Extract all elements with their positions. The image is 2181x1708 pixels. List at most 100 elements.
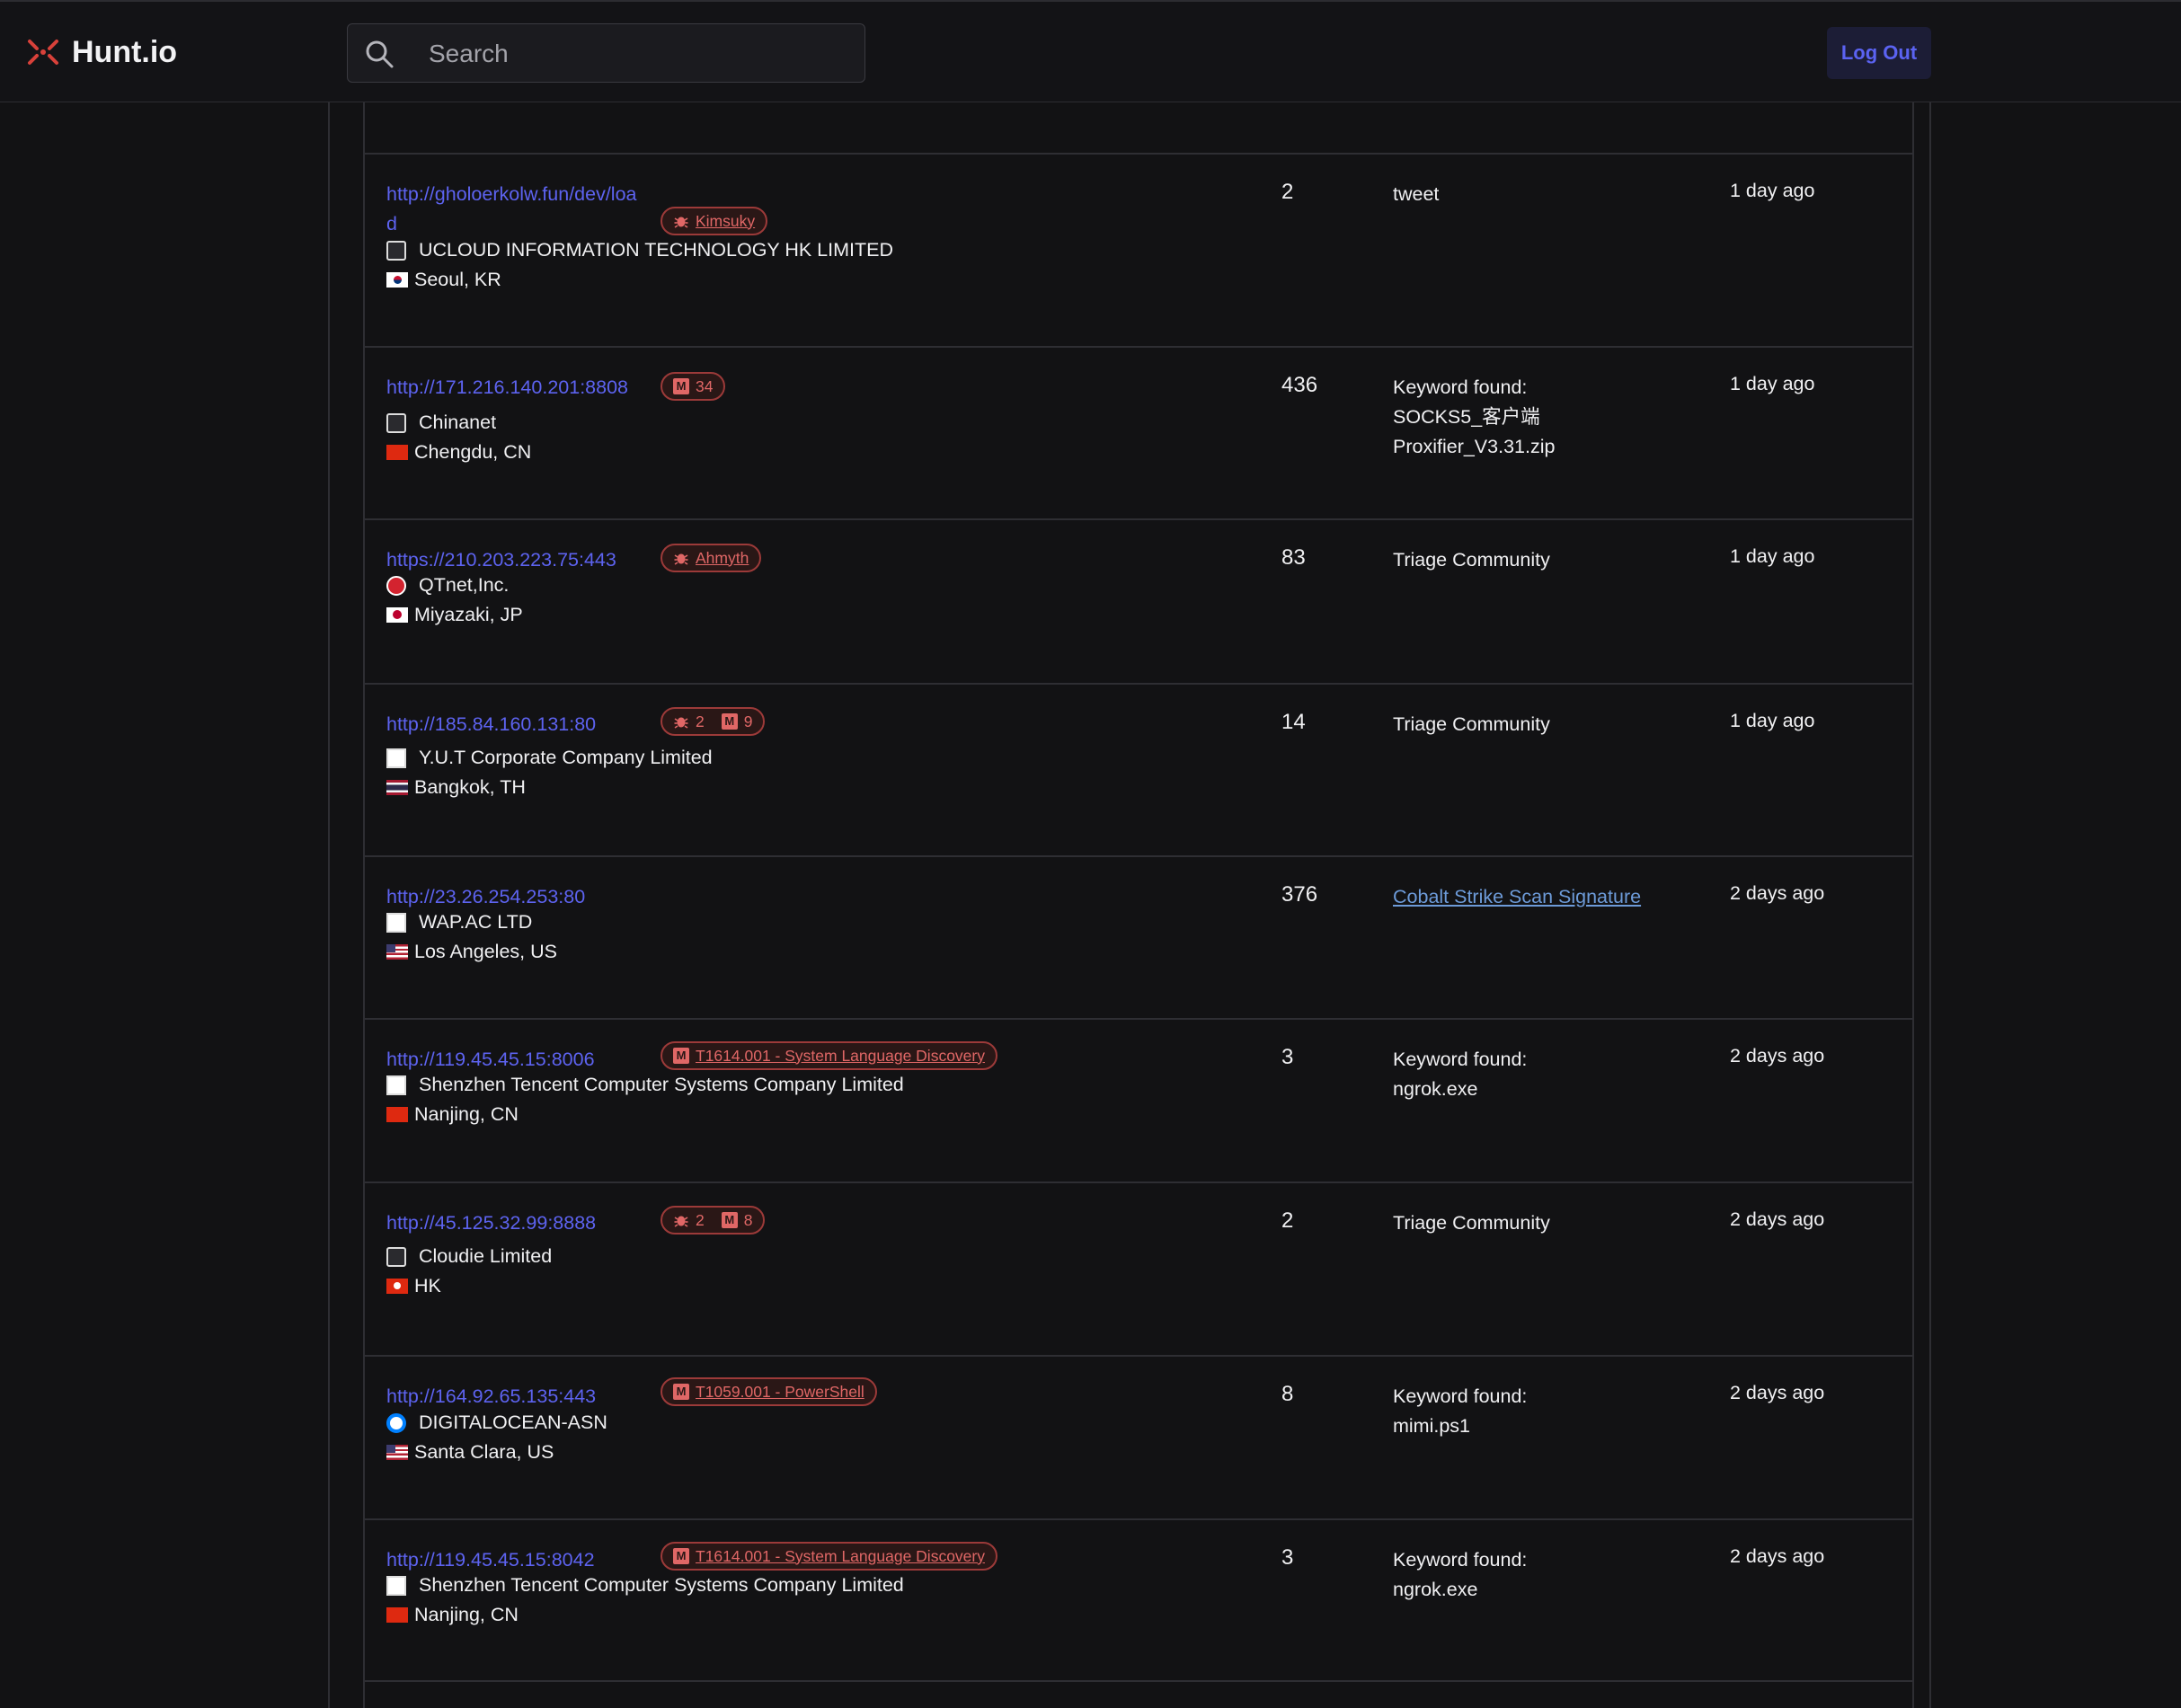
location-info: Seoul, KR <box>386 269 501 291</box>
org-info: Shenzhen Tencent Computer Systems Compan… <box>386 1074 904 1096</box>
building-icon <box>386 412 406 433</box>
count-cell: 436 <box>1281 373 1318 397</box>
org-info: UCLOUD INFORMATION TECHNOLOGY HK LIMITED <box>386 239 893 261</box>
source-cell: Triage Community <box>1393 713 1550 735</box>
host-link[interactable]: http://23.26.254.253:80 <box>386 882 585 912</box>
building-icon <box>386 240 406 261</box>
time-cell: 2 days ago <box>1730 1208 1825 1230</box>
search-input[interactable] <box>427 24 853 84</box>
host-link[interactable]: http://185.84.160.131:80 <box>386 710 596 739</box>
count-cell: 14 <box>1281 710 1306 734</box>
mitre-m-icon: M <box>673 1548 689 1564</box>
host-link[interactable]: http://119.45.45.15:8042 <box>386 1545 595 1575</box>
source-cell: Keyword found: ngrok.exe <box>1393 1549 1528 1600</box>
mitre-m-icon: M <box>673 1048 689 1064</box>
source-cell: Keyword found: SOCKS5_客户端 Proxifier_V3.31.… <box>1393 376 1556 457</box>
company-logo-icon <box>386 1575 406 1596</box>
malware-badge[interactable]: Kimsuky <box>661 207 768 235</box>
org-info: QTnet,Inc. <box>386 574 509 597</box>
source-cell: Cobalt Strike Scan Signature <box>1393 882 1689 912</box>
mitre-m-icon: M <box>673 378 689 394</box>
org-info: Y.U.T Corporate Company Limited <box>386 747 713 769</box>
flag-kr-icon <box>386 272 408 288</box>
technique-count-badge[interactable]: M 34 <box>661 372 726 401</box>
table-row: http://23.26.254.253:80 WAP.AC LTD Los A… <box>365 855 1912 1018</box>
host-link[interactable]: https://210.203.223.75:443 <box>386 545 616 575</box>
table-row: http://119.45.45.15:8006 M T1614.001 - S… <box>365 1018 1912 1181</box>
time-cell: 2 days ago <box>1730 1045 1825 1066</box>
table-row: http://119.45.45.15:8042 M T1614.001 - S… <box>365 1518 1912 1682</box>
location-info: HK <box>386 1275 441 1297</box>
time-cell: 1 day ago <box>1730 373 1815 394</box>
app-name: Hunt.io <box>72 34 178 69</box>
technique-badge[interactable]: M T1059.001 - PowerShell <box>661 1377 877 1406</box>
top-bar: Hunt.io Log Out <box>0 0 2181 102</box>
source-cell: Triage Community <box>1393 1212 1550 1234</box>
host-link[interactable]: http://171.216.140.201:8808 <box>386 373 628 403</box>
location-info: Nanjing, CN <box>386 1103 519 1126</box>
count-cell: 3 <box>1281 1045 1294 1069</box>
logo[interactable]: Hunt.io <box>25 34 177 70</box>
bug-icon <box>674 217 688 228</box>
search-bar[interactable] <box>347 23 865 84</box>
flag-cn-icon <box>386 1607 408 1623</box>
source-cell: Keyword found: ngrok.exe <box>1393 1049 1528 1100</box>
table-row: https://210.203.223.75:443 Ahmyth QTnet,… <box>365 518 1912 683</box>
flag-hk-icon <box>386 1279 408 1294</box>
technique-badge[interactable]: M T1614.001 - System Language Discovery <box>661 1542 997 1571</box>
technique-badge[interactable]: M T1614.001 - System Language Discovery <box>661 1041 997 1070</box>
company-logo-icon <box>386 1075 406 1095</box>
count-cell: 2 <box>1281 180 1294 204</box>
indicator-badge[interactable]: 2 M 8 <box>661 1206 766 1235</box>
source-cell: Triage Community <box>1393 549 1550 571</box>
org-info: Shenzhen Tencent Computer Systems Compan… <box>386 1574 904 1597</box>
time-cell: 2 days ago <box>1730 882 1825 904</box>
search-icon <box>366 40 394 68</box>
logout-button[interactable]: Log Out <box>1827 27 1931 79</box>
bug-icon <box>674 1216 688 1227</box>
time-cell: 1 day ago <box>1730 710 1815 731</box>
table-row: http://171.216.140.201:8808 M 34 Chinane… <box>365 346 1912 518</box>
table-row: http://164.92.65.135:443 M T1059.001 - P… <box>365 1355 1912 1518</box>
count-cell: 8 <box>1281 1382 1294 1406</box>
company-logo-icon <box>386 912 406 933</box>
host-link[interactable]: http://gholoerkolw.fun/dev/loa d <box>386 180 637 239</box>
table-row: http://185.84.160.131:80 2 M 9 Y.U.T Cor… <box>365 683 1912 855</box>
company-logo-icon <box>386 748 406 768</box>
time-cell: 2 days ago <box>1730 1545 1825 1567</box>
flag-th-icon <box>386 780 408 795</box>
bug-icon <box>674 717 688 729</box>
location-info: Bangkok, TH <box>386 776 526 799</box>
building-icon <box>386 1246 406 1267</box>
results-table: http://gholoerkolw.fun/dev/loa d Kimsuky … <box>363 102 1914 1708</box>
mitre-m-icon: M <box>673 1384 689 1400</box>
count-cell: 376 <box>1281 882 1318 907</box>
flag-cn-icon <box>386 445 408 460</box>
location-info: Santa Clara, US <box>386 1441 554 1464</box>
flag-us-icon <box>386 1445 408 1460</box>
org-info: Chinanet <box>386 412 496 434</box>
location-info: Los Angeles, US <box>386 941 557 963</box>
network-icon <box>386 575 406 596</box>
count-cell: 3 <box>1281 1545 1294 1570</box>
count-cell: 83 <box>1281 545 1306 570</box>
hunt-logo-icon <box>28 40 58 65</box>
host-link[interactable]: http://119.45.45.15:8006 <box>386 1045 595 1075</box>
table-row: http://45.125.32.99:8888 2 M 8 Cloudie L… <box>365 1181 1912 1355</box>
flag-cn-icon <box>386 1107 408 1122</box>
host-link[interactable]: http://164.92.65.135:443 <box>386 1382 596 1412</box>
source-cell: tweet <box>1393 183 1440 205</box>
host-link[interactable]: http://45.125.32.99:8888 <box>386 1208 596 1238</box>
indicator-badge[interactable]: 2 M 9 <box>661 707 766 736</box>
time-cell: 1 day ago <box>1730 545 1815 567</box>
time-cell: 1 day ago <box>1730 180 1815 201</box>
org-info: DIGITALOCEAN-ASN <box>386 1412 607 1434</box>
malware-badge[interactable]: Ahmyth <box>661 544 762 572</box>
location-info: Nanjing, CN <box>386 1604 519 1626</box>
flag-jp-icon <box>386 607 408 623</box>
flag-us-icon <box>386 944 408 960</box>
signature-link[interactable]: Cobalt Strike Scan Signature <box>1393 886 1641 907</box>
org-info: WAP.AC LTD <box>386 911 532 934</box>
table-row: http://gholoerkolw.fun/dev/loa d Kimsuky … <box>365 153 1912 346</box>
location-info: Miyazaki, JP <box>386 604 523 626</box>
